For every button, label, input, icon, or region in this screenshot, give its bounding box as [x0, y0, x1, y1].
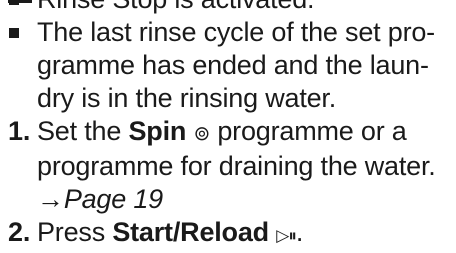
bullet-text: Rinse Stop is activated.: [37, 0, 315, 14]
step-item: 2. Press Start/Reload ▷⏸.: [0, 216, 456, 253]
step-number: 1.: [8, 116, 31, 146]
step-number: 2.: [8, 217, 31, 247]
bullet-square-icon: [9, 0, 19, 5]
list-item-continuation: dry is in the rinsing water.: [0, 82, 456, 115]
bullet-square-icon: [9, 28, 19, 38]
step-text: Press: [37, 217, 113, 247]
step-item: 1. Set the Spin ⊚ programme or a: [0, 115, 456, 150]
bullet-text: The last rinse cycle of the set pro-: [37, 17, 435, 47]
step-text: programme or a: [210, 116, 407, 146]
spin-symbol-icon: ⊚: [193, 121, 211, 145]
programme-name: Spin: [128, 116, 187, 146]
list-item: Rinse Stop is activated.: [0, 0, 456, 16]
step-text: Set the: [37, 116, 129, 146]
step-text: .: [295, 217, 304, 247]
button-name: Start/Reload: [112, 217, 269, 247]
list-item: The last rinse cycle of the set pro-: [0, 16, 456, 49]
start-pause-icon: ▷⏸: [276, 226, 297, 246]
page-reference[interactable]: →Page 19: [0, 183, 456, 216]
arrow-right-icon: →: [37, 184, 64, 214]
step-continuation: programme for draining the water.: [0, 150, 456, 183]
bullet-text: dry is in the rinsing water.: [37, 83, 337, 113]
list-item-continuation: gramme has ended and the laun-: [0, 49, 456, 82]
step-text: programme for draining the water.: [37, 151, 436, 181]
bullet-text: gramme has ended and the laun-: [37, 50, 429, 80]
instruction-text: Rinse Stop is activated. The last rinse …: [0, 0, 456, 253]
page-link[interactable]: Page 19: [64, 184, 163, 214]
